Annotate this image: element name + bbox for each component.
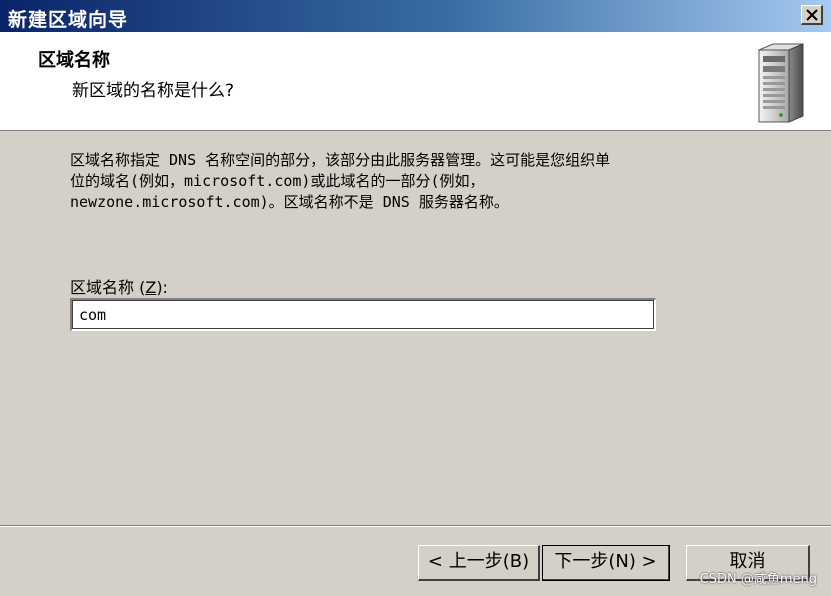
window-title: 新建区域向导 bbox=[8, 9, 129, 31]
description-line: newzone.microsoft.com)。区域名称不是 DNS 服务器名称。 bbox=[70, 193, 509, 211]
description-text: 区域名称指定 DNS 名称空间的部分，该部分由此服务器管理。这可能是您组织单 位… bbox=[70, 150, 790, 213]
next-button[interactable]: 下一步(N) > bbox=[542, 545, 670, 581]
page-title: 区域名称 bbox=[38, 50, 110, 71]
back-button[interactable]: < 上一步(B) bbox=[418, 545, 540, 581]
wizard-window: 新建区域向导 区域名称 新区域的名称是什么? 区域名称指定 DNS 名称空间的部… bbox=[0, 0, 831, 596]
title-bar[interactable]: 新建区域向导 bbox=[0, 0, 831, 32]
description-line: 位的域名(例如，microsoft.com)或此域名的一部分(例如， bbox=[70, 172, 485, 190]
close-icon bbox=[806, 9, 818, 21]
server-tower-icon bbox=[758, 43, 804, 123]
zone-name-input[interactable] bbox=[70, 298, 656, 331]
close-button[interactable] bbox=[801, 5, 823, 25]
wizard-header: 区域名称 新区域的名称是什么? bbox=[0, 32, 831, 131]
footer-divider bbox=[0, 525, 831, 527]
watermark: CSDN @咸鱼meng bbox=[699, 572, 817, 587]
page-subtitle: 新区域的名称是什么? bbox=[72, 81, 235, 101]
zone-name-label: 区域名称 (Z): bbox=[70, 278, 168, 297]
accelerator-key: Z bbox=[145, 278, 157, 297]
description-line: 区域名称指定 DNS 名称空间的部分，该部分由此服务器管理。这可能是您组织单 bbox=[70, 151, 611, 169]
